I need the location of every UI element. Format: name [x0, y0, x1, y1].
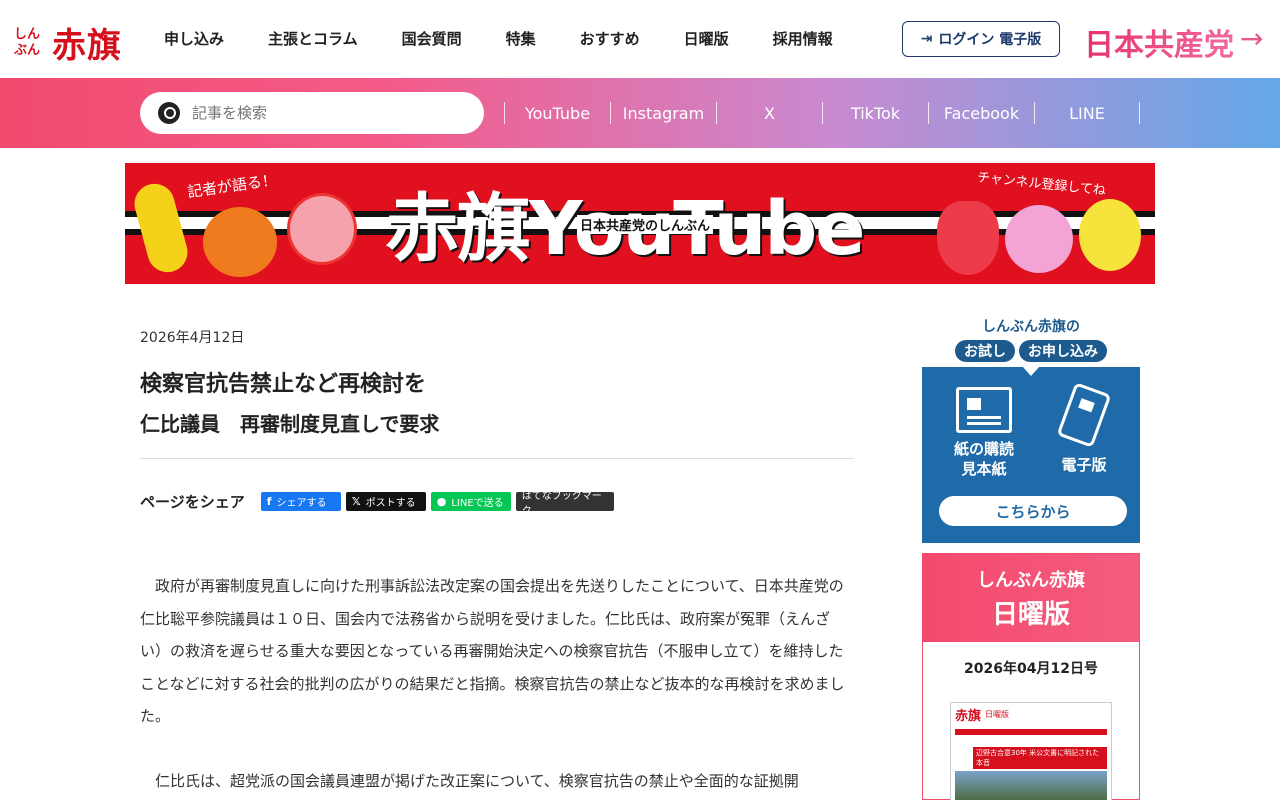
pointer-triangle — [1022, 366, 1040, 376]
paper-subscription: 紙の購読 見本紙 — [934, 387, 1034, 479]
trial-panel[interactable]: 紙の購読 見本紙 電子版 こちらから — [922, 367, 1140, 543]
apply-pill: お申し込み — [1019, 340, 1107, 362]
social-facebook[interactable]: Facebook — [928, 102, 1034, 124]
share-label: ページをシェア — [140, 493, 245, 511]
nav-item-sunday-edition[interactable]: 日曜版 — [684, 28, 729, 49]
social-youtube[interactable]: YouTube — [504, 102, 610, 124]
article-paragraph: 仁比氏は、超党派の国会議員連盟が掲げた改正案について、検察官抗告の禁止や全面的な… — [155, 771, 799, 790]
newspaper-icon — [956, 387, 1012, 433]
login-button[interactable]: ⇥ ログイン 電子版 — [902, 21, 1060, 57]
nav-item-columns[interactable]: 主張とコラム — [268, 28, 358, 49]
social-tiktok[interactable]: TikTok — [822, 102, 928, 124]
main-nav: 申し込み 主張とコラム 国会質問 特集 おすすめ 日曜版 採用情報 — [164, 28, 877, 49]
x-post-label: ポストする — [365, 498, 416, 509]
share-bar: ページをシェア f シェアする 𝕏 ポストする ● LINEで送る はてなブック… — [140, 491, 619, 517]
hatena-bookmark-button[interactable]: はてなブックマーク — [515, 491, 614, 517]
facebook-share-button[interactable]: f シェアする — [260, 492, 341, 511]
article-date: 2026年4月12日 — [140, 330, 245, 346]
np-photo — [955, 771, 1107, 800]
trial-pill: お試し — [955, 340, 1015, 362]
search-social-bar: YouTube Instagram X TikTok Facebook LINE — [0, 78, 1280, 148]
sunday-line2: 日曜版 — [991, 600, 1070, 630]
digital-label: 電子版 — [1061, 456, 1107, 474]
banner-note-left: 記者が語る！ — [186, 170, 278, 202]
social-instagram[interactable]: Instagram — [610, 102, 716, 124]
sunday-header: しんぶん赤旗 日曜版 — [923, 554, 1139, 642]
nav-item-recruit[interactable]: 採用情報 — [773, 28, 833, 49]
search-input[interactable] — [192, 104, 452, 122]
orange-character-icon — [203, 207, 277, 277]
sunday-front-page-thumbnail[interactable]: 赤旗 日曜版 辺野古合意30年 米公文書に明記された本音 — [950, 702, 1112, 800]
akahata-logo[interactable]: しんぶん 赤旗 — [14, 18, 122, 67]
paper-label-2: 見本紙 — [961, 460, 1007, 478]
article-paragraph: 政府が再審制度見直しに向けた刑事訴訟法改定案の国会提出を先送りしたことについて、… — [140, 577, 845, 725]
arrow-right-icon[interactable]: → — [1240, 22, 1263, 55]
smartphone-icon — [1056, 382, 1112, 448]
login-label: ログイン 電子版 — [938, 32, 1042, 48]
np-headline: 辺野古合意30年 米公文書に明記された本音 — [973, 747, 1107, 769]
facebook-icon: f — [266, 495, 272, 508]
search-icon — [158, 102, 180, 124]
x-icon: 𝕏 — [351, 495, 361, 508]
apple-character-icon — [287, 193, 357, 265]
sunday-line1: しんぶん赤旗 — [977, 570, 1085, 591]
np-bar — [955, 729, 1107, 735]
nav-item-diet-questions[interactable]: 国会質問 — [402, 28, 462, 49]
facebook-share-label: シェアする — [276, 498, 327, 509]
trial-header: しんぶん赤旗の お試し お申し込み — [922, 316, 1140, 362]
social-line[interactable]: LINE — [1034, 102, 1140, 124]
logo-small-text: しんぶん — [14, 26, 41, 58]
article-body: 政府が再審制度見直しに向けた刑事訴訟法改定案の国会提出を先送りしたことについて、… — [140, 570, 852, 800]
lemon-character-icon — [1079, 199, 1141, 271]
np-logo: 赤旗 — [955, 708, 982, 724]
banner-subtitle: 日本共産党のしんぶん — [577, 215, 714, 234]
peach-character-icon — [1005, 205, 1073, 273]
x-post-button[interactable]: 𝕏 ポストする — [345, 492, 426, 511]
divider — [140, 458, 854, 459]
article-headline: 検察官抗告禁止など再検討を — [140, 372, 427, 397]
line-share-button[interactable]: ● LINEで送る — [430, 492, 511, 511]
social-links: YouTube Instagram X TikTok Facebook LINE — [504, 102, 1140, 124]
nav-item-subscribe[interactable]: 申し込み — [164, 28, 224, 49]
trial-title: しんぶん赤旗の — [982, 319, 1080, 335]
sunday-edition-panel[interactable]: しんぶん赤旗 日曜版 2026年04月12日号 赤旗 日曜版 辺野古合意30年 … — [922, 553, 1140, 800]
digital-edition: 電子版 — [1034, 382, 1134, 475]
line-icon: ● — [436, 495, 447, 508]
sunday-issue-date: 2026年04月12日号 — [964, 661, 1098, 677]
login-icon: ⇥ — [920, 31, 933, 47]
trial-apply-button[interactable]: こちらから — [939, 496, 1127, 526]
jcp-link[interactable]: 日本共産党 — [1084, 20, 1234, 64]
youtube-banner[interactable]: 記者が語る！ チャンネル登録してね 赤旗YouTube 日本共産党のしんぶん — [125, 163, 1155, 284]
hatena-label: はてなブックマーク — [521, 490, 602, 517]
article-subhead: 仁比議員 再審制度見直しで要求 — [140, 412, 440, 436]
np-edition: 日曜版 — [985, 709, 1010, 719]
banner-note-right: チャンネル登録してね — [976, 170, 1107, 199]
site-header: しんぶん 赤旗 申し込み 主張とコラム 国会質問 特集 おすすめ 日曜版 採用情… — [0, 0, 1280, 78]
paper-label-1: 紙の購読 — [953, 440, 1014, 458]
search-box[interactable] — [140, 92, 484, 134]
strawberry-character-icon — [937, 201, 999, 275]
social-x[interactable]: X — [716, 102, 822, 124]
logo-main-text: 赤旗 — [52, 26, 122, 66]
nav-item-recommended[interactable]: おすすめ — [580, 28, 640, 49]
nav-item-features[interactable]: 特集 — [506, 28, 536, 49]
line-share-label: LINEで送る — [451, 498, 504, 509]
